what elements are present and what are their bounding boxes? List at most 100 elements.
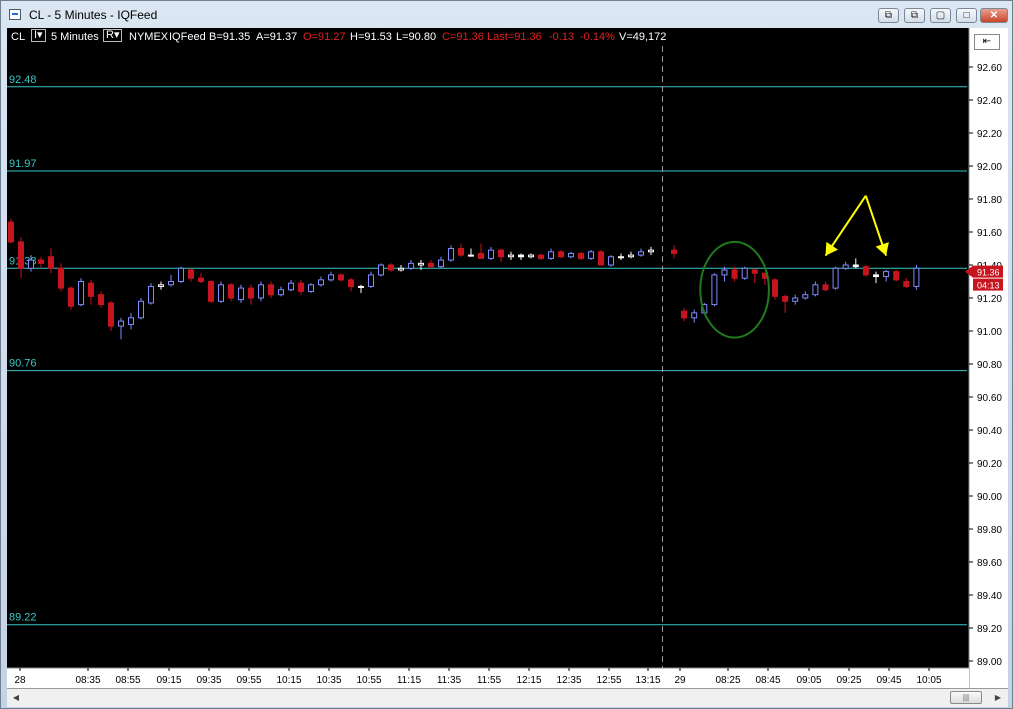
candle-body	[832, 267, 839, 289]
candle-body	[198, 277, 204, 282]
interval-dropdown-button[interactable]: I▾	[31, 29, 46, 42]
candle-body	[862, 266, 869, 276]
candle-body	[308, 284, 314, 292]
candle-body	[488, 249, 494, 259]
candle-body	[528, 254, 534, 258]
candle-body	[278, 289, 284, 296]
candle-body	[168, 281, 174, 286]
y-tick-label: 91.00	[977, 327, 1002, 338]
x-tick-label: 08:45	[755, 675, 780, 686]
candle-body	[358, 285, 364, 288]
candle-body	[578, 252, 584, 259]
x-tick-label: 13:15	[635, 675, 660, 686]
change-value: -0.13	[549, 31, 575, 43]
candle-body	[398, 267, 404, 271]
candle-body	[618, 256, 624, 259]
x-tick-label: 11:15	[397, 675, 422, 686]
candlestick-chart[interactable]: 92.6092.4092.2092.0091.8091.6091.4091.20…	[7, 28, 1008, 688]
y-tick-label: 91.80	[977, 195, 1002, 206]
title-bar[interactable]: CL - 5 Minutes - IQFeed ⧉ ⧉ ▢ □ ✕	[1, 1, 1012, 29]
candle-body	[468, 254, 474, 257]
candle-body	[268, 284, 274, 296]
scroll-right-arrow-icon[interactable]: ▶	[991, 691, 1005, 704]
bid-value: B=91.35	[209, 31, 251, 43]
scrollbar-thumb[interactable]: |||	[950, 691, 982, 704]
x-tick-label: 09:15	[156, 675, 181, 686]
x-tick-label: 09:05	[796, 675, 821, 686]
x-tick-label: 12:15	[516, 675, 541, 686]
candle-body	[802, 294, 809, 299]
candle-body	[751, 269, 758, 274]
bar-timer-tag-label: 04:13	[977, 281, 1000, 291]
candle-body	[711, 274, 718, 306]
x-tick-label: 11:55	[477, 675, 502, 686]
maximize-button[interactable]: □	[956, 8, 977, 23]
y-tick-label: 90.60	[977, 393, 1002, 404]
candle-body	[842, 264, 849, 269]
candle-body	[108, 302, 114, 327]
candle-body	[598, 251, 604, 266]
candle-body	[558, 251, 564, 258]
scale-toggle-button[interactable]: ⇤	[974, 34, 1000, 50]
level-line-label: 89.22	[9, 612, 37, 624]
horizontal-scrollbar[interactable]: ◀ ||| ▶	[7, 688, 1008, 707]
candle-body	[731, 269, 738, 279]
ask-value: A=91.37	[256, 31, 298, 43]
candle-body	[638, 251, 644, 256]
candle-body	[138, 300, 144, 319]
float-button[interactable]: ▢	[930, 8, 951, 23]
high-value: H=91.53	[350, 31, 392, 43]
y-tick-label: 89.40	[977, 591, 1002, 602]
candle-body	[328, 274, 334, 281]
last-value: Last=91.36	[487, 31, 542, 43]
x-tick-label: 08:25	[715, 675, 740, 686]
candle-body	[428, 262, 434, 268]
y-tick-label: 89.00	[977, 657, 1002, 668]
candle-body	[318, 279, 324, 286]
highlight-circle	[699, 240, 770, 339]
tile-button[interactable]: ⧉	[904, 8, 925, 23]
candle-body	[883, 271, 890, 278]
y-tick-label: 92.00	[977, 162, 1002, 173]
x-tick-label: 08:35	[75, 675, 100, 686]
candle-body	[538, 254, 544, 259]
candle-body	[741, 267, 748, 279]
close-button[interactable]: ✕	[980, 8, 1008, 23]
x-tick-label: 09:45	[876, 675, 901, 686]
x-tick-label: 11:35	[437, 675, 462, 686]
candle-body	[438, 259, 444, 268]
x-tick-label: 12:55	[596, 675, 621, 686]
candle-body	[8, 221, 14, 243]
chart-settings-dropdown-button[interactable]: R▾	[103, 29, 123, 42]
candle-body	[18, 241, 24, 269]
x-tick-label: 10:15	[276, 675, 301, 686]
y-tick-label: 91.60	[977, 228, 1002, 239]
candle-body	[408, 262, 414, 269]
y-tick-label: 89.20	[977, 624, 1002, 635]
price-chart[interactable]: 92.6092.4092.2092.0091.8091.6091.4091.20…	[7, 28, 1008, 688]
x-tick-label: 10:05	[916, 675, 941, 686]
candle-body	[338, 274, 344, 281]
y-tick-label: 92.40	[977, 96, 1002, 107]
candle-body	[852, 264, 859, 268]
candle-body	[508, 254, 514, 258]
candle-body	[148, 285, 154, 304]
candle-body	[68, 287, 74, 307]
candle-body	[368, 274, 374, 287]
restore-panel-button[interactable]: ⧉	[878, 8, 899, 23]
candle-body	[388, 264, 394, 271]
candle-body	[38, 259, 44, 264]
scroll-left-arrow-icon[interactable]: ◀	[9, 691, 23, 704]
open-value: O=91.27	[303, 31, 346, 43]
last-price-tag-label: 91.36	[977, 268, 1000, 278]
candle-body	[873, 274, 879, 278]
candle-body	[782, 295, 789, 302]
candle-body	[208, 281, 214, 302]
candle-body	[28, 259, 34, 269]
candle-body	[792, 297, 799, 302]
annotation-arrow-head	[825, 241, 839, 256]
candle-body	[178, 267, 184, 283]
change-percent-value: -0.14%	[580, 31, 615, 43]
feed-label: IQFeed	[169, 31, 206, 43]
candle-body	[608, 256, 614, 266]
